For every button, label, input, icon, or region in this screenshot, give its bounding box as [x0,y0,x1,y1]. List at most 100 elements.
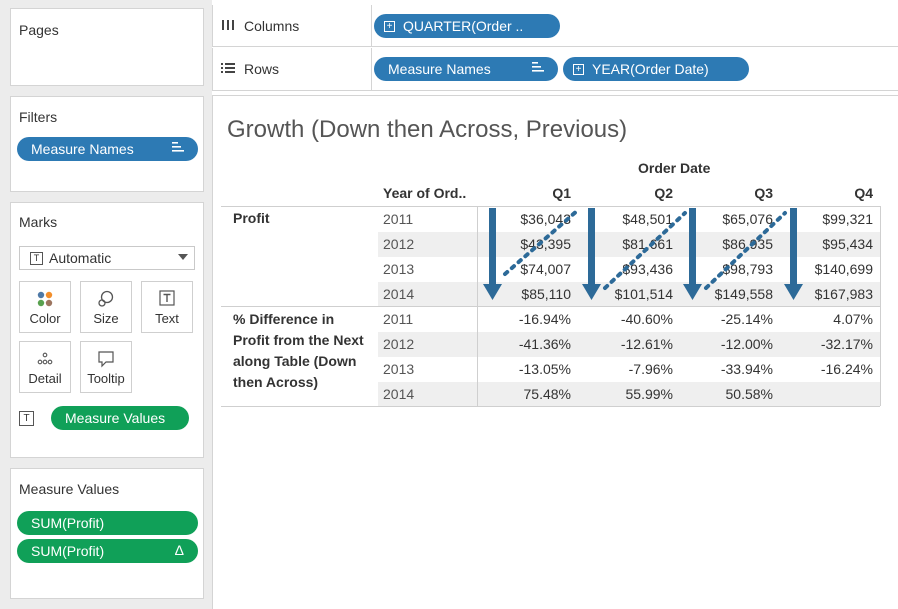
measure-value-pill-sum-profit[interactable]: SUM(Profit) [17,511,198,535]
tooltip-button-label: Tooltip [87,371,125,386]
profit-cell[interactable]: $74,007 [481,261,571,277]
rows-pill-year[interactable]: + YEAR(Order Date) [563,57,749,81]
group-divider [221,306,880,307]
pct-diff-cell[interactable]: -33.94% [683,361,773,377]
quarter-header-q4[interactable]: Q4 [783,185,873,201]
year-label[interactable]: 2013 [383,261,414,277]
year-label[interactable]: 2014 [383,386,414,402]
mark-type-dropdown[interactable]: T Automatic [19,246,195,270]
chevron-down-icon [178,254,188,260]
pct-diff-cell[interactable]: -16.94% [481,311,571,327]
profit-cell[interactable]: $95,434 [783,236,873,252]
profit-cell[interactable]: $43,395 [481,236,571,252]
pct-diff-cell[interactable]: -13.05% [481,361,571,377]
profit-cell[interactable]: $99,321 [783,211,873,227]
table-bottom-rule [221,406,880,407]
year-label[interactable]: 2012 [383,336,414,352]
row-group-pct-diff-line-2[interactable]: Profit from the Next [233,332,364,348]
size-button-label: Size [93,311,119,326]
expand-icon: + [573,63,584,75]
profit-cell[interactable]: $81,661 [583,236,673,252]
text-button[interactable]: Text [141,281,193,333]
year-label[interactable]: 2014 [383,286,414,302]
pct-diff-cell[interactable]: 55.99% [583,386,673,402]
pct-diff-cell[interactable]: -41.36% [481,336,571,352]
pct-diff-cell[interactable]: -32.17% [783,336,873,352]
marks-pill-measure-values[interactable]: Measure Values [51,406,189,430]
filter-pill-label: Measure Names [31,141,134,157]
profit-cell[interactable]: $48,501 [583,211,673,227]
pane-left-rule [477,206,478,406]
marks-card: Marks T Automatic Color Size Text Detail… [10,202,204,458]
rows-shelf-label: Rows [221,61,279,77]
text-mark-icon: T [30,251,43,265]
profit-cell[interactable]: $86,935 [683,236,773,252]
year-label[interactable]: 2012 [383,236,414,252]
viz-title: Growth (Down then Across, Previous) [227,116,628,143]
row-group-profit[interactable]: Profit [233,210,270,226]
shelf-divider [371,5,372,47]
measure-value-pill-sum-profit-delta[interactable]: SUM(Profit) Δ [17,539,198,563]
quarter-header-q1[interactable]: Q1 [481,185,571,201]
rows-pill-label: YEAR(Order Date) [592,61,709,77]
columns-pill-quarter[interactable]: + QUARTER(Order .. [374,14,560,38]
pct-diff-cell[interactable]: 50.58% [683,386,773,402]
quarter-header-q2[interactable]: Q2 [583,185,673,201]
color-button[interactable]: Color [19,281,71,333]
pane-right-rule [880,206,881,406]
viz-canvas: Growth (Down then Across, Previous) Orde… [212,95,898,609]
year-label[interactable]: 2013 [383,361,414,377]
detail-button[interactable]: Detail [19,341,71,393]
pct-diff-cell[interactable]: -16.24% [783,361,873,377]
profit-cell[interactable]: $101,514 [583,286,673,302]
profit-cell[interactable]: $93,436 [583,261,673,277]
profit-cell[interactable]: $85,110 [481,286,571,302]
list-filter-icon [532,61,544,76]
pct-diff-cell[interactable]: -40.60% [583,311,673,327]
profit-cell[interactable]: $167,983 [783,286,873,302]
measure-values-title: Measure Values [19,481,120,497]
filter-pill-measure-names[interactable]: Measure Names [17,137,198,161]
pct-diff-cell[interactable]: -12.00% [683,336,773,352]
columns-shelf[interactable]: Columns + QUARTER(Order .. [212,5,898,47]
pct-diff-cell[interactable]: -12.61% [583,336,673,352]
profit-cell[interactable]: $140,699 [783,261,873,277]
rows-pill-measure-names[interactable]: Measure Names [374,57,558,81]
year-label[interactable]: 2011 [383,311,413,327]
pct-diff-cell[interactable]: 4.07% [783,311,873,327]
row-dim-header[interactable]: Year of Ord.. [383,185,466,201]
column-group-header: Order Date [638,160,711,176]
pct-diff-cell[interactable]: -7.96% [583,361,673,377]
profit-cell[interactable]: $36,043 [481,211,571,227]
size-icon [97,290,115,311]
columns-label: Columns [244,18,300,34]
measure-value-pill-label: SUM(Profit) [31,543,105,559]
text-button-label: Text [155,311,179,326]
row-group-pct-diff-line-3[interactable]: along Table (Down [233,353,356,369]
tooltip-icon [97,350,115,371]
row-group-pct-diff-line-1[interactable]: % Difference in [233,311,334,327]
size-button[interactable]: Size [80,281,132,333]
shelf-divider [371,48,372,91]
measure-values-card: Measure Values SUM(Profit) SUM(Profit) Δ [10,468,204,599]
quarter-header-q3[interactable]: Q3 [683,185,773,201]
pages-title: Pages [19,22,59,38]
year-label[interactable]: 2011 [383,211,413,227]
detail-icon [36,350,54,371]
pct-diff-cell[interactable]: -25.14% [683,311,773,327]
profit-cell[interactable]: $65,076 [683,211,773,227]
color-dots-icon [36,290,54,311]
pct-diff-cell[interactable]: 75.48% [481,386,571,402]
profit-cell[interactable]: $98,793 [683,261,773,277]
rows-label: Rows [244,61,280,77]
profit-cell[interactable]: $149,558 [683,286,773,302]
expand-icon: + [384,20,395,32]
marks-pill-label: Measure Values [65,410,166,426]
columns-shelf-label: Columns [221,18,299,34]
row-group-pct-diff-line-4[interactable]: then Across) [233,374,318,390]
list-filter-icon [172,141,184,156]
text-icon [159,290,175,309]
columns-icon [221,18,235,34]
rows-shelf[interactable]: Rows Measure Names + YEAR(Order Date) [212,48,898,91]
tooltip-button[interactable]: Tooltip [80,341,132,393]
